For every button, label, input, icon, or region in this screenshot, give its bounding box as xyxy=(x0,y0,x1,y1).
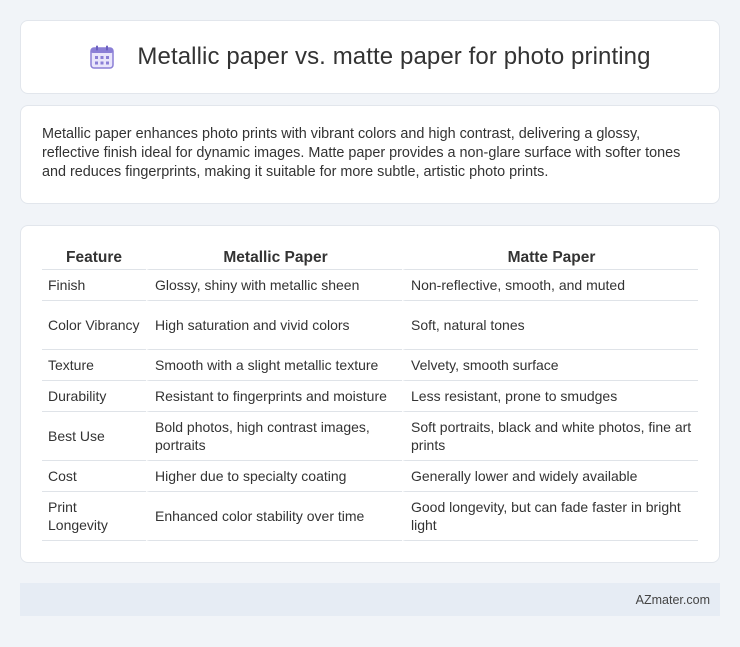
row-matte-cell: Velvety, smooth surface xyxy=(402,350,698,381)
calendar-grid-icon xyxy=(89,44,115,70)
page-title: Metallic paper vs. matte paper for photo… xyxy=(137,43,651,70)
row-metallic-cell: Resistant to fingerprints and moisture xyxy=(146,381,402,412)
row-metallic-cell: Bold photos, high contrast images, portr… xyxy=(146,412,402,461)
column-header-metallic: Metallic Paper xyxy=(146,246,402,270)
comparison-table: Feature Metallic Paper Matte Paper Finis… xyxy=(42,246,698,541)
intro-card: Metallic paper enhances photo prints wit… xyxy=(20,105,720,204)
row-feature-cell: Best Use xyxy=(42,412,146,461)
row-metallic-cell: Higher due to specialty coating xyxy=(146,461,402,492)
column-header-feature: Feature xyxy=(42,246,146,270)
row-metallic-cell: High saturation and vivid colors xyxy=(146,301,402,350)
row-metallic-cell: Smooth with a slight metallic texture xyxy=(146,350,402,381)
row-feature-cell: Texture xyxy=(42,350,146,381)
row-matte-cell: Non-reflective, smooth, and muted xyxy=(402,270,698,301)
row-feature-cell: Print Longevity xyxy=(42,492,146,541)
row-feature-cell: Color Vibrancy xyxy=(42,301,146,350)
footer: AZmater.com xyxy=(20,583,720,616)
table-row: Best Use Bold photos, high contrast imag… xyxy=(42,412,698,461)
table-row: Cost Higher due to specialty coating Gen… xyxy=(42,461,698,492)
row-feature-cell: Durability xyxy=(42,381,146,412)
row-matte-cell: Soft portraits, black and white photos, … xyxy=(402,412,698,461)
row-metallic-cell: Enhanced color stability over time xyxy=(146,492,402,541)
table-row: Print Longevity Enhanced color stability… xyxy=(42,492,698,541)
row-matte-cell: Generally lower and widely available xyxy=(402,461,698,492)
row-matte-cell: Less resistant, prone to smudges xyxy=(402,381,698,412)
table-row: Finish Glossy, shiny with metallic sheen… xyxy=(42,270,698,301)
row-matte-cell: Good longevity, but can fade faster in b… xyxy=(402,492,698,541)
row-feature-cell: Cost xyxy=(42,461,146,492)
comparison-table-card: Feature Metallic Paper Matte Paper Finis… xyxy=(20,225,720,563)
footer-brand[interactable]: AZmater.com xyxy=(636,593,710,607)
row-metallic-cell: Glossy, shiny with metallic sheen xyxy=(146,270,402,301)
column-header-matte: Matte Paper xyxy=(402,246,698,270)
table-header-row: Feature Metallic Paper Matte Paper xyxy=(42,246,698,270)
table-row: Color Vibrancy High saturation and vivid… xyxy=(42,301,698,350)
row-matte-cell: Soft, natural tones xyxy=(402,301,698,350)
row-feature-cell: Finish xyxy=(42,270,146,301)
title-card: Metallic paper vs. matte paper for photo… xyxy=(20,20,720,94)
intro-text: Metallic paper enhances photo prints wit… xyxy=(42,126,681,180)
table-row: Durability Resistant to fingerprints and… xyxy=(42,381,698,412)
table-row: Texture Smooth with a slight metallic te… xyxy=(42,350,698,381)
